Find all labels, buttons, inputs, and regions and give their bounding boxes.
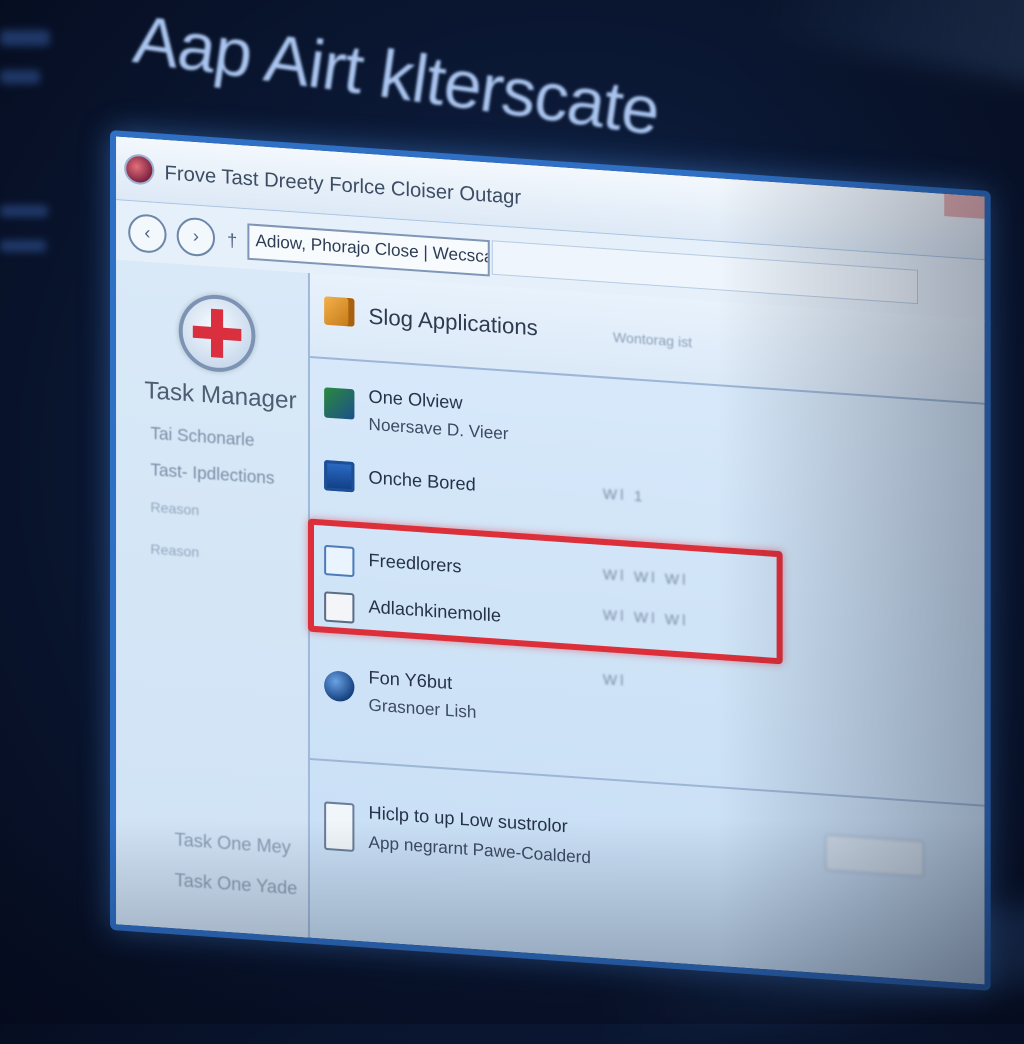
close-icon[interactable] xyxy=(944,193,985,219)
sidebar-item[interactable]: Reason xyxy=(150,541,199,561)
background-smudge xyxy=(0,30,50,46)
app-value: Wl xyxy=(602,671,627,690)
sidebar-item[interactable]: Reason xyxy=(150,498,199,518)
app-name: One Olview xyxy=(368,386,463,413)
app-name: Fon Y6but xyxy=(368,667,453,694)
help-line: Hiclp to up Low sustrolor xyxy=(368,802,568,837)
applications-panel: Slog Applications Wontorag ist One Olvie… xyxy=(307,273,985,984)
window-title: Frove Tast Dreety Forlce Cloiser Outagr xyxy=(164,162,522,209)
dropdown-icon[interactable]: † xyxy=(227,230,237,252)
sidebar: Task Manager Tai Schonarle Tast- Ipdlect… xyxy=(116,259,310,938)
app-name: Onche Bored xyxy=(368,467,476,495)
background-smudge xyxy=(0,70,40,84)
sidebar-footer-item[interactable]: Task One Mey xyxy=(175,829,291,858)
back-icon[interactable]: ‹ xyxy=(128,213,167,255)
help-document-icon xyxy=(324,801,355,852)
app-blue-icon xyxy=(324,459,355,493)
folder-icon xyxy=(324,296,355,327)
background-smudge xyxy=(0,240,46,252)
sidebar-title: Task Manager xyxy=(144,376,297,415)
address-field[interactable]: Adiow, Phorajo Close | Wecscate xyxy=(247,223,490,277)
background-glow xyxy=(753,0,1024,104)
red-cross-shield-icon xyxy=(178,292,256,375)
app-subtitle: Noersave D. Vieer xyxy=(368,414,509,444)
help-line: App negrarnt Pawe-Coalderd xyxy=(368,832,591,868)
sidebar-link[interactable]: Tast- Ipdlections xyxy=(150,460,274,489)
app-green-icon xyxy=(324,387,355,420)
background-title: Aap Airt klterscate xyxy=(129,0,664,150)
section-title: Slog Applications xyxy=(368,303,538,341)
background-smudge xyxy=(0,205,48,217)
app-subtitle: Grasnoer Lish xyxy=(368,695,477,723)
column-header: Wontorag ist xyxy=(612,328,693,351)
sidebar-link[interactable]: Tai Schonarle xyxy=(150,424,254,451)
sidebar-footer-item[interactable]: Task One Yade xyxy=(175,870,298,900)
app-value: Wl 1 xyxy=(602,485,646,506)
task-manager-window: Frove Tast Dreety Forlce Cloiser Outagr … xyxy=(110,130,991,991)
app-icon[interactable] xyxy=(126,155,153,184)
forward-icon[interactable]: › xyxy=(176,216,216,258)
globe-icon xyxy=(324,670,355,703)
footer-button[interactable] xyxy=(825,834,925,878)
